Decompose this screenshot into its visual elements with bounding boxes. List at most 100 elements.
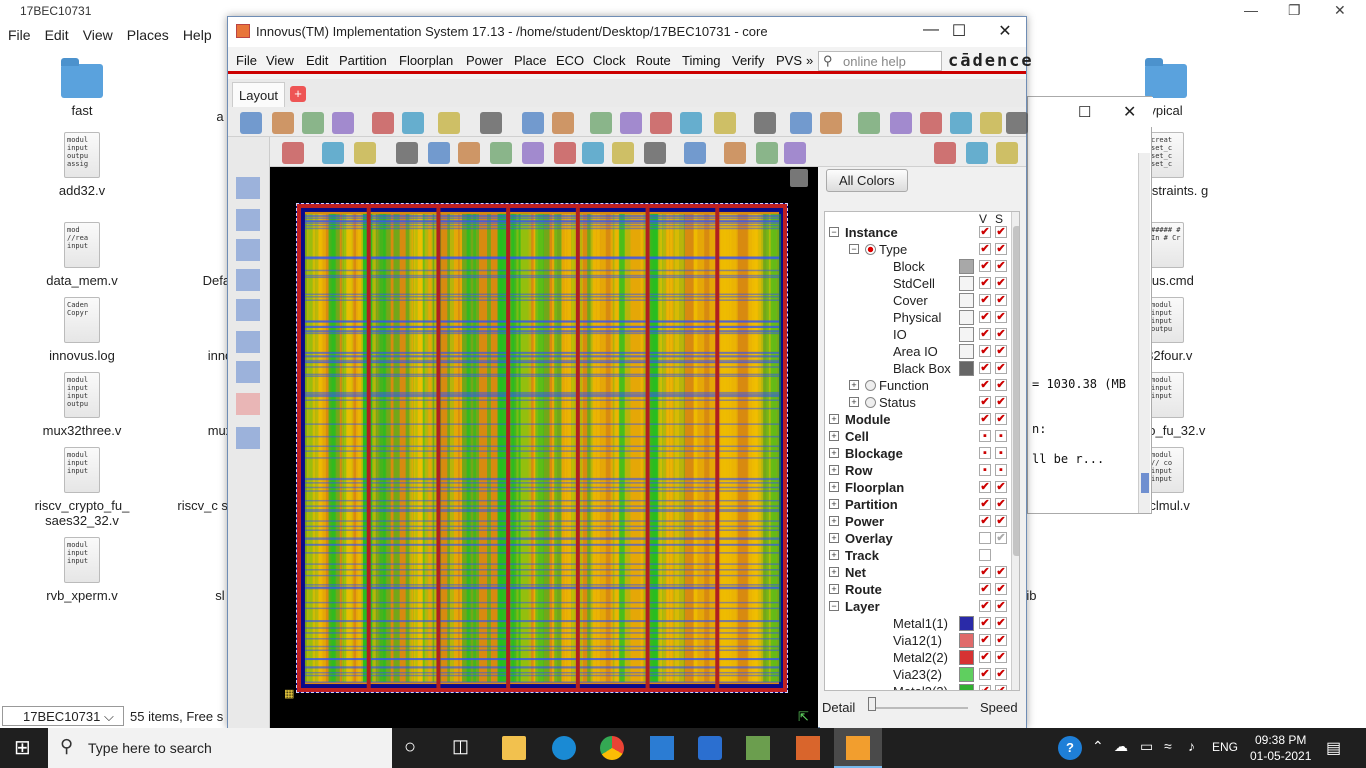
visible-checkbox[interactable]: ✔ <box>979 362 991 374</box>
refresh-icon[interactable] <box>754 112 776 134</box>
visible-checkbox[interactable]: ▪ <box>979 430 991 442</box>
battery-icon[interactable]: ▭ <box>1140 738 1153 755</box>
volume-icon[interactable]: ♪ <box>1188 738 1195 754</box>
color-swatch[interactable] <box>959 361 974 376</box>
spacing-icon[interactable] <box>236 331 260 353</box>
selectable-checkbox[interactable]: ✔ <box>995 583 1007 595</box>
layer-tree-row[interactable]: Cover ✔ ✔ <box>825 292 1015 309</box>
selectable-checkbox[interactable]: ✔ <box>995 685 1007 690</box>
cursor-icon[interactable] <box>582 142 604 164</box>
selectable-checkbox[interactable]: ▪ <box>995 447 1007 459</box>
expand-icon[interactable]: + <box>829 550 839 560</box>
remove-icon[interactable] <box>236 361 260 383</box>
selectable-checkbox[interactable]: ✔ <box>995 311 1007 323</box>
minimize-icon[interactable]: — <box>1244 2 1258 18</box>
file-item[interactable]: modul input input riscv_crypto_fu_ saes32… <box>12 447 152 528</box>
visible-checkbox[interactable]: ▪ <box>979 464 991 476</box>
menu-floorplan[interactable]: Floorplan <box>399 53 453 68</box>
scrollbar-thumb[interactable] <box>1141 473 1149 493</box>
visible-checkbox[interactable]: ▪ <box>979 447 991 459</box>
visible-checkbox[interactable]: ✔ <box>979 396 991 408</box>
tree-scrollbar[interactable] <box>1011 212 1019 690</box>
wire-tool-icon[interactable] <box>552 112 574 134</box>
selectable-checkbox[interactable]: ✔ <box>995 481 1007 493</box>
visible-checkbox[interactable]: ✔ <box>979 260 991 272</box>
close-icon[interactable]: ✕ <box>990 21 1020 41</box>
menu-view[interactable]: View <box>266 53 294 68</box>
color-swatch[interactable] <box>959 310 974 325</box>
expand-icon[interactable]: + <box>829 516 839 526</box>
radio-button[interactable] <box>865 380 876 391</box>
detail-speed-slider[interactable] <box>868 707 968 709</box>
menu-clock[interactable]: Clock <box>593 53 626 68</box>
layout-canvas[interactable]: ▦ ⇱ <box>270 167 818 728</box>
selectable-checkbox[interactable]: ✔ <box>995 566 1007 578</box>
visible-checkbox[interactable]: ✔ <box>979 345 991 357</box>
expand-icon[interactable]: + <box>829 414 839 424</box>
visible-checkbox[interactable]: ✔ <box>979 413 991 425</box>
visible-checkbox[interactable] <box>979 532 991 544</box>
selectable-checkbox[interactable]: ✔ <box>995 328 1007 340</box>
wifi-icon[interactable]: ≈ <box>1164 738 1172 754</box>
security-icon[interactable] <box>698 736 722 760</box>
color-swatch[interactable] <box>959 616 974 631</box>
color-swatch[interactable] <box>959 293 974 308</box>
menu-edit[interactable]: Edit <box>37 24 75 43</box>
windows-start-icon[interactable]: ⊞ <box>14 738 31 758</box>
settings-icon[interactable] <box>302 112 324 134</box>
maximize-icon[interactable]: ☐ <box>944 21 974 41</box>
expand-icon[interactable]: + <box>849 380 859 390</box>
layer-tree-row[interactable]: Metal2(2) ✔ ✔ <box>825 649 1015 666</box>
visible-checkbox[interactable]: ✔ <box>979 566 991 578</box>
color-swatch[interactable] <box>959 667 974 682</box>
chevron-up-icon[interactable]: ⌃ <box>1092 738 1104 755</box>
color-swatch[interactable] <box>959 684 974 690</box>
visible-checkbox[interactable]: ✔ <box>979 481 991 493</box>
selectable-checkbox[interactable]: ✔ <box>995 294 1007 306</box>
menu-view[interactable]: View <box>75 24 119 43</box>
layer-tree-row[interactable]: StdCell ✔ ✔ <box>825 275 1015 292</box>
close-icon[interactable]: ✕ <box>1334 2 1346 19</box>
move-down-icon[interactable] <box>790 112 812 134</box>
radio-button[interactable] <box>865 244 876 255</box>
hierarchy-icon[interactable] <box>890 112 912 134</box>
cells-icon[interactable] <box>458 142 480 164</box>
save-icon[interactable] <box>272 112 294 134</box>
selectable-checkbox[interactable]: ✔ <box>995 498 1007 510</box>
warning-icon[interactable] <box>920 112 942 134</box>
layer-tree-row[interactable]: + Track <box>825 547 1015 564</box>
color-swatch[interactable] <box>959 633 974 648</box>
zoom-in-icon[interactable] <box>620 112 642 134</box>
expand-icon[interactable]: + <box>829 431 839 441</box>
layer-tree-row[interactable]: Metal1(1) ✔ ✔ <box>825 615 1015 632</box>
redo-icon[interactable] <box>402 112 424 134</box>
selectable-checkbox[interactable]: ✔ <box>995 362 1007 374</box>
visible-checkbox[interactable]: ✔ <box>979 583 991 595</box>
selectable-checkbox[interactable]: ▪ <box>995 464 1007 476</box>
visible-checkbox[interactable]: ✔ <box>979 685 991 690</box>
layer-tree-row[interactable]: + Power ✔ ✔ <box>825 513 1015 530</box>
layer-tree-row[interactable]: + Function ✔ ✔ <box>825 377 1015 394</box>
radio-button[interactable] <box>865 397 876 408</box>
scrollbar-thumb[interactable] <box>1013 226 1019 556</box>
collapse-icon[interactable]: − <box>829 601 839 611</box>
cortana-icon[interactable]: ○ <box>404 736 428 760</box>
zoom-area-icon[interactable] <box>590 112 612 134</box>
visible-checkbox[interactable]: ✔ <box>979 634 991 646</box>
expand-icon[interactable]: + <box>829 465 839 475</box>
gear-wheel-icon[interactable] <box>282 142 304 164</box>
expand-icon[interactable]: + <box>829 533 839 543</box>
visible-checkbox[interactable]: ✔ <box>979 617 991 629</box>
visible-checkbox[interactable]: ✔ <box>979 600 991 612</box>
layer-tree-row[interactable]: + Blockage ▪ ▪ <box>825 445 1015 462</box>
close-icon[interactable]: ✕ <box>1123 102 1136 122</box>
selectable-checkbox[interactable]: ✔ <box>995 345 1007 357</box>
location-select[interactable]: 17BEC10731 ⌵ <box>2 706 124 726</box>
flag-icon[interactable] <box>724 142 746 164</box>
menu-place[interactable]: Place <box>514 53 547 68</box>
cluster-icon[interactable] <box>490 142 512 164</box>
layer-tree-row[interactable]: + Row ▪ ▪ <box>825 462 1015 479</box>
file-item[interactable]: modul input outpu assig add32.v <box>12 132 152 198</box>
visible-checkbox[interactable]: ✔ <box>979 277 991 289</box>
layer-tree-row[interactable]: + Status ✔ ✔ <box>825 394 1015 411</box>
